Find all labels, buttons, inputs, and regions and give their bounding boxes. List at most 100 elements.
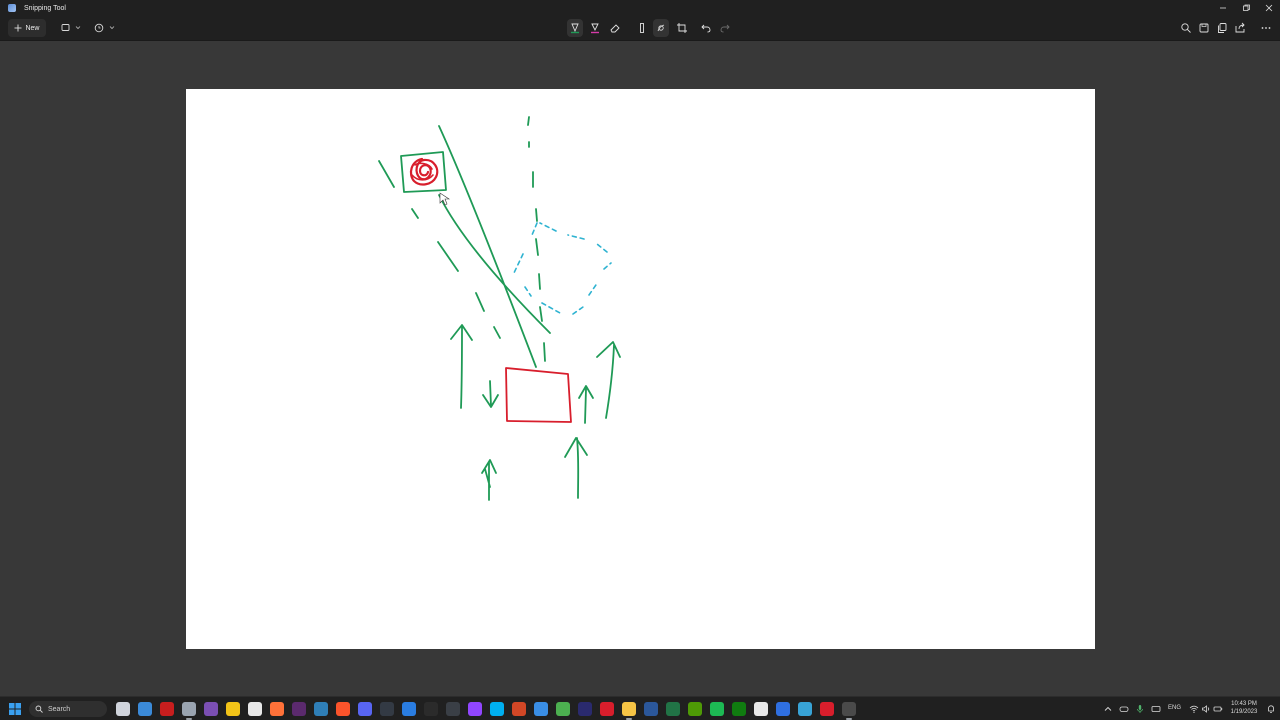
taskbar-app-steam[interactable]	[314, 702, 328, 716]
restore-icon	[1242, 4, 1250, 11]
snip-mode-dropdown[interactable]	[58, 19, 84, 37]
zoom-icon	[1181, 23, 1191, 33]
touch-writing-icon	[657, 24, 665, 32]
ballpoint-pen-button[interactable]	[567, 19, 583, 37]
ruler-icon	[640, 23, 644, 33]
taskbar-app-app-red[interactable]	[160, 702, 174, 716]
eraser-button[interactable]	[607, 19, 623, 37]
language-indicator[interactable]: ENG	[1168, 705, 1181, 711]
taskbar-app-excel[interactable]	[666, 702, 680, 716]
small-square	[400, 151, 447, 193]
arrow-up-small-right	[578, 385, 594, 424]
keyboard-icon[interactable]	[1151, 704, 1161, 714]
taskbar-app-obs-studio[interactable]	[446, 702, 460, 716]
taskbar-app-vscode[interactable]	[534, 702, 548, 716]
rectangle-snip-icon	[61, 24, 81, 31]
taskbar-app-acrobat[interactable]	[600, 702, 614, 716]
taskbar-app-todo[interactable]	[776, 702, 790, 716]
share-button[interactable]	[1232, 19, 1248, 37]
taskbar-app-twitch[interactable]	[468, 702, 482, 716]
touch-writing-button[interactable]	[653, 19, 669, 37]
taskbar-app-terminal[interactable]	[380, 702, 394, 716]
more-options-button[interactable]	[1258, 19, 1274, 37]
snipping-tool-app-icon	[8, 4, 16, 12]
taskbar-clock[interactable]: 10:43 PM 1/19/2023	[1226, 700, 1262, 716]
taskbar-app-dictionary[interactable]	[292, 702, 306, 716]
taskbar-app-sticky-notes[interactable]	[226, 702, 240, 716]
taskbar-app-weather[interactable]	[116, 702, 130, 716]
save-button[interactable]	[1196, 19, 1212, 37]
taskbar-app-xbox[interactable]	[732, 702, 746, 716]
new-snip-button[interactable]: New	[8, 19, 46, 37]
taskbar-search[interactable]: Search	[29, 701, 107, 717]
redo-icon	[720, 24, 730, 33]
search-icon	[35, 705, 43, 713]
close-button[interactable]	[1257, 0, 1280, 16]
toolbar: New	[0, 16, 1280, 41]
taskbar-app-terminal2[interactable]	[688, 702, 702, 716]
drawing-canvas[interactable]	[186, 89, 1095, 649]
windows-start-icon[interactable]	[8, 702, 22, 716]
highlighter-button[interactable]	[587, 19, 603, 37]
battery-icon[interactable]	[1213, 704, 1223, 714]
minimize-icon	[1219, 7, 1226, 9]
arrow-up-bottom-right	[564, 437, 588, 499]
taskbar-app-brave[interactable]	[336, 702, 350, 716]
clock-icon	[94, 23, 115, 33]
save-icon	[1199, 23, 1209, 33]
minimize-button[interactable]	[1211, 0, 1234, 16]
taskbar-app-snipping[interactable]	[556, 702, 570, 716]
red-rectangle	[505, 367, 572, 423]
long-line-1	[438, 125, 537, 368]
notification-icon[interactable]	[1266, 704, 1276, 714]
restore-button[interactable]	[1234, 0, 1257, 16]
title-bar: Snipping Tool	[0, 0, 1280, 16]
taskbar-app-discord[interactable]	[358, 702, 372, 716]
taskbar-app-notion[interactable]	[754, 702, 768, 716]
copy-icon	[1218, 23, 1227, 33]
copy-button[interactable]	[1214, 19, 1230, 37]
wifi-icon[interactable]	[1189, 704, 1199, 714]
redo-button[interactable]	[717, 19, 733, 37]
taskbar-app-powerpoint[interactable]	[512, 702, 526, 716]
taskbar-app-premiere[interactable]	[578, 702, 592, 716]
crop-icon	[677, 23, 687, 33]
zoom-button[interactable]	[1178, 19, 1194, 37]
taskbar-app-app-red2[interactable]	[820, 702, 834, 716]
taskbar-app-word[interactable]	[644, 702, 658, 716]
red-target-scribble	[409, 157, 439, 186]
chevron-up-icon[interactable]	[1103, 704, 1113, 714]
taskbar-app-notepad[interactable]	[798, 702, 812, 716]
eraser-icon	[610, 24, 620, 33]
crop-button[interactable]	[674, 19, 690, 37]
undo-button[interactable]	[698, 19, 714, 37]
taskbar-app-vpn[interactable]	[182, 702, 196, 720]
taskbar-app-obs[interactable]	[424, 702, 438, 716]
delay-dropdown[interactable]	[90, 19, 118, 37]
taskbar-app-spotify[interactable]	[710, 702, 724, 716]
mouse-cursor	[439, 192, 450, 206]
window-title: Snipping Tool	[24, 4, 66, 12]
new-label: New	[25, 24, 40, 32]
cyan-dashed-square	[512, 222, 612, 315]
ruler-button[interactable]	[634, 19, 650, 37]
arrow-up-bottom-left	[481, 459, 497, 501]
clock-date: 1/19/2023	[1230, 709, 1258, 715]
taskbar-app-file[interactable]	[248, 702, 262, 716]
plus-icon	[14, 24, 22, 32]
taskbar-app-edge[interactable]	[138, 702, 152, 716]
highlighter-icon	[591, 23, 599, 34]
gamepad-tray-icon[interactable]	[1119, 704, 1129, 714]
taskbar-app-tor[interactable]	[204, 702, 218, 716]
taskbar-app-skype[interactable]	[490, 702, 504, 716]
taskbar-app-explorer[interactable]	[622, 702, 636, 720]
more-icon	[1261, 27, 1271, 29]
taskbar-app-snipping-tool[interactable]	[842, 702, 856, 720]
volume-icon[interactable]	[1201, 704, 1211, 714]
taskbar-app-app-blue[interactable]	[402, 702, 416, 716]
undo-icon	[701, 24, 711, 33]
taskbar-app-firefox[interactable]	[270, 702, 284, 716]
arrow-up-left	[450, 324, 473, 409]
microphone-icon[interactable]	[1135, 704, 1145, 714]
snipping-tool-window: Snipping Tool New Search ENG 10:43 PM 1/…	[0, 0, 1280, 720]
